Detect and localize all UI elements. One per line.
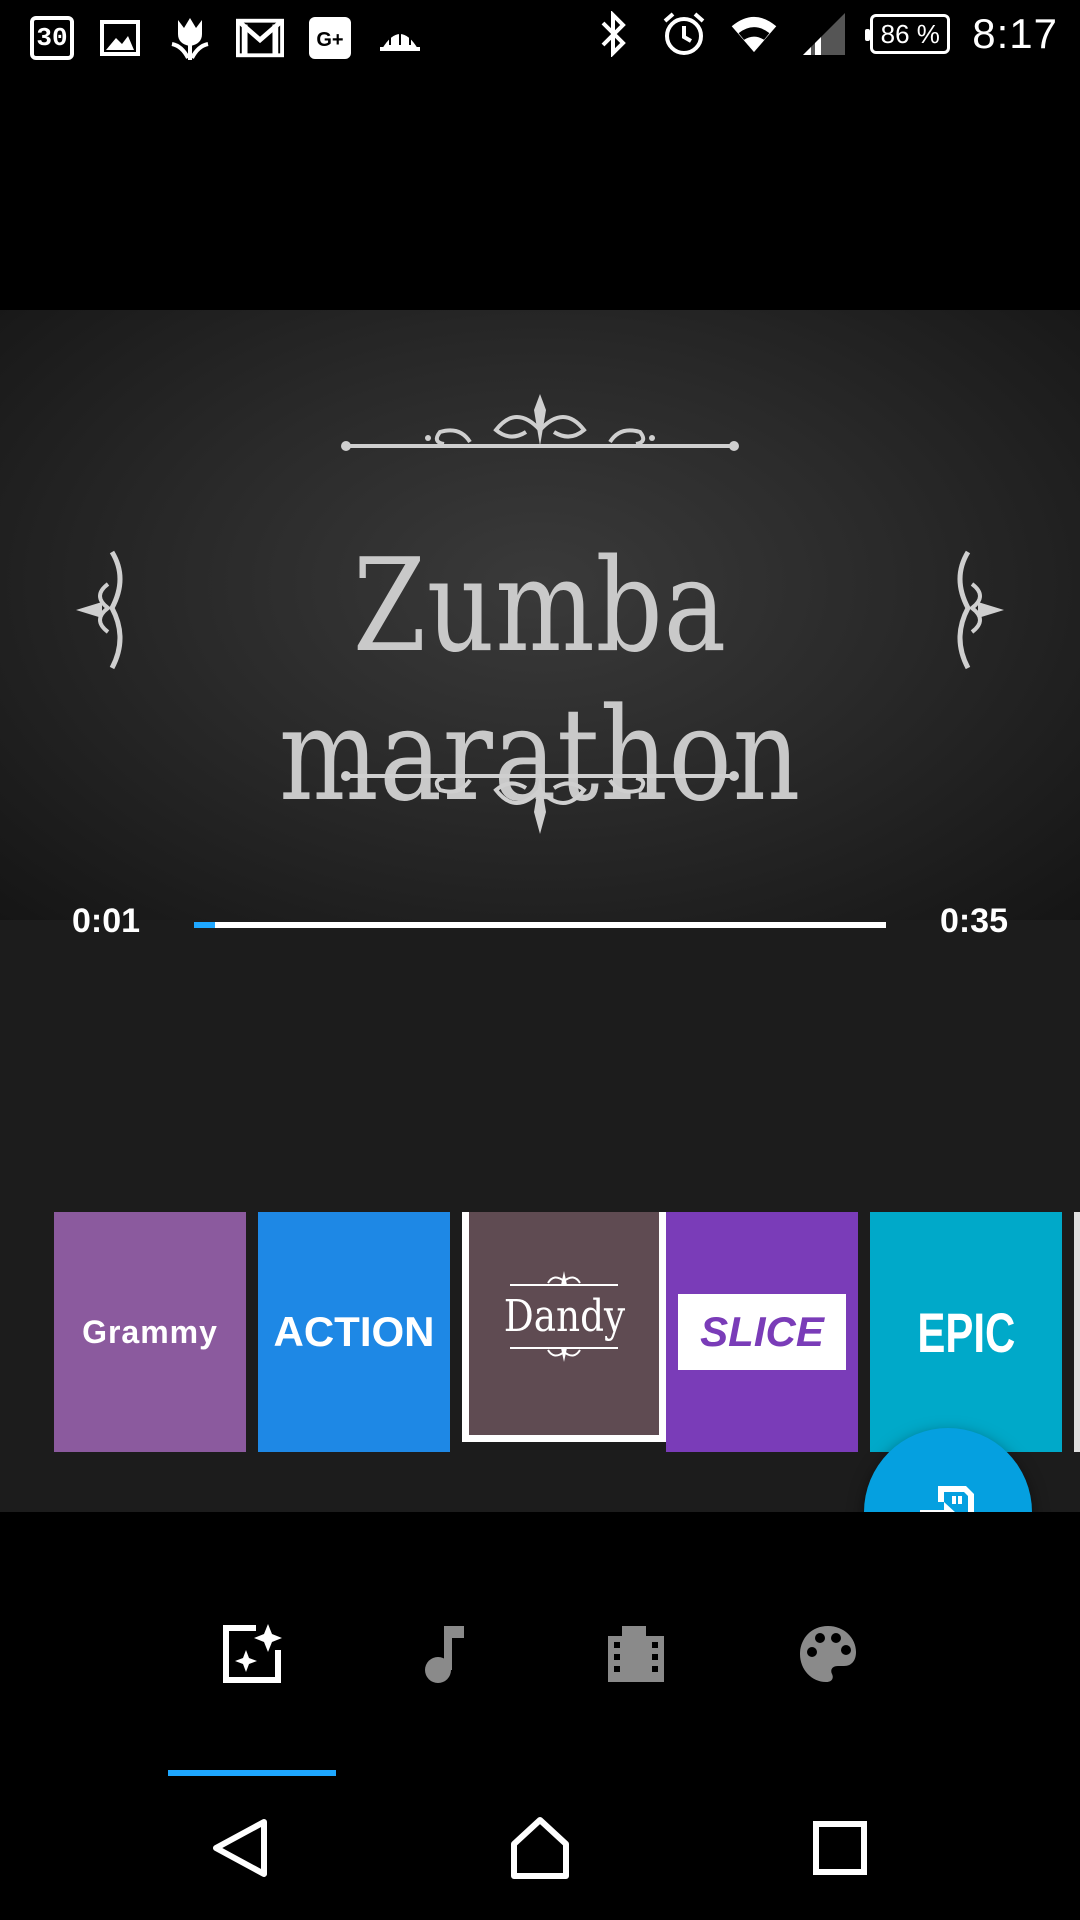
tab-style[interactable] bbox=[784, 1610, 872, 1698]
recents-button[interactable] bbox=[800, 1808, 880, 1888]
tab-theme[interactable] bbox=[208, 1610, 296, 1698]
tulip-icon bbox=[166, 14, 214, 62]
theme-label: EPIC bbox=[916, 1300, 1016, 1364]
theme-action[interactable]: ACTION bbox=[258, 1212, 450, 1452]
clock: 8:17 bbox=[972, 10, 1058, 57]
calendar-icon: 30 bbox=[30, 16, 74, 60]
bluetooth-icon bbox=[590, 10, 638, 58]
gmail-icon bbox=[236, 14, 284, 62]
theme-next-partial[interactable] bbox=[1074, 1212, 1080, 1452]
alarm-icon bbox=[660, 10, 708, 58]
status-bar: 30 G+ 86 % 8:17 bbox=[0, 0, 1080, 78]
theme-panel: Grammy ACTION Dandy SLICE EPIC bbox=[0, 920, 1080, 1512]
seek-bar[interactable] bbox=[194, 922, 886, 928]
top-flourish-icon bbox=[341, 394, 739, 451]
google-plus-icon: G+ bbox=[306, 14, 354, 62]
theme-grammy[interactable]: Grammy bbox=[54, 1212, 246, 1452]
playback-progress: 0:01 0:35 bbox=[0, 880, 1080, 960]
theme-slice[interactable]: SLICE bbox=[666, 1212, 858, 1452]
theme-dandy-selected[interactable]: Dandy bbox=[462, 1212, 666, 1442]
theme-label: ACTION bbox=[273, 1308, 435, 1355]
dandy-bottom-flourish-icon bbox=[510, 1346, 618, 1362]
tab-clips[interactable] bbox=[592, 1610, 680, 1698]
battery-indicator: 86 % bbox=[865, 14, 951, 54]
home-icon bbox=[511, 1817, 569, 1879]
music-note-icon bbox=[425, 1626, 464, 1683]
bottom-tab-bar bbox=[0, 1512, 1080, 1778]
selected-tab-indicator bbox=[168, 1770, 336, 1776]
dandy-top-flourish-icon bbox=[510, 1270, 618, 1286]
home-button[interactable] bbox=[500, 1808, 580, 1888]
theme-epic[interactable]: EPIC bbox=[870, 1212, 1062, 1452]
svg-text:G+: G+ bbox=[316, 29, 343, 51]
video-preview[interactable]: Zumba marathon bbox=[0, 310, 1080, 920]
theme-label: Grammy bbox=[82, 1313, 218, 1350]
film-icon bbox=[608, 1626, 664, 1682]
signal-icon bbox=[800, 10, 848, 58]
theme-label: Dandy bbox=[503, 1290, 625, 1342]
tab-music[interactable] bbox=[400, 1610, 488, 1698]
right-flourish-icon bbox=[957, 550, 1004, 670]
back-icon bbox=[213, 1819, 267, 1877]
theme-label: SLICE bbox=[700, 1308, 824, 1355]
theme-sparkle-icon bbox=[223, 1624, 282, 1683]
current-time: 0:01 bbox=[72, 902, 141, 940]
dome-icon bbox=[376, 14, 424, 62]
wifi-icon bbox=[730, 10, 778, 58]
image-icon bbox=[96, 14, 144, 62]
system-navigation-bar bbox=[0, 1778, 1080, 1920]
slice-label-box: SLICE bbox=[678, 1294, 846, 1370]
back-button[interactable] bbox=[200, 1808, 280, 1888]
palette-icon bbox=[800, 1626, 856, 1682]
seek-bar-fill bbox=[194, 922, 215, 928]
bottom-flourish-icon bbox=[341, 771, 739, 834]
total-time: 0:35 bbox=[939, 902, 1008, 940]
recents-icon bbox=[813, 1821, 867, 1875]
theme-carousel[interactable]: Grammy ACTION Dandy SLICE EPIC bbox=[54, 1212, 1080, 1452]
